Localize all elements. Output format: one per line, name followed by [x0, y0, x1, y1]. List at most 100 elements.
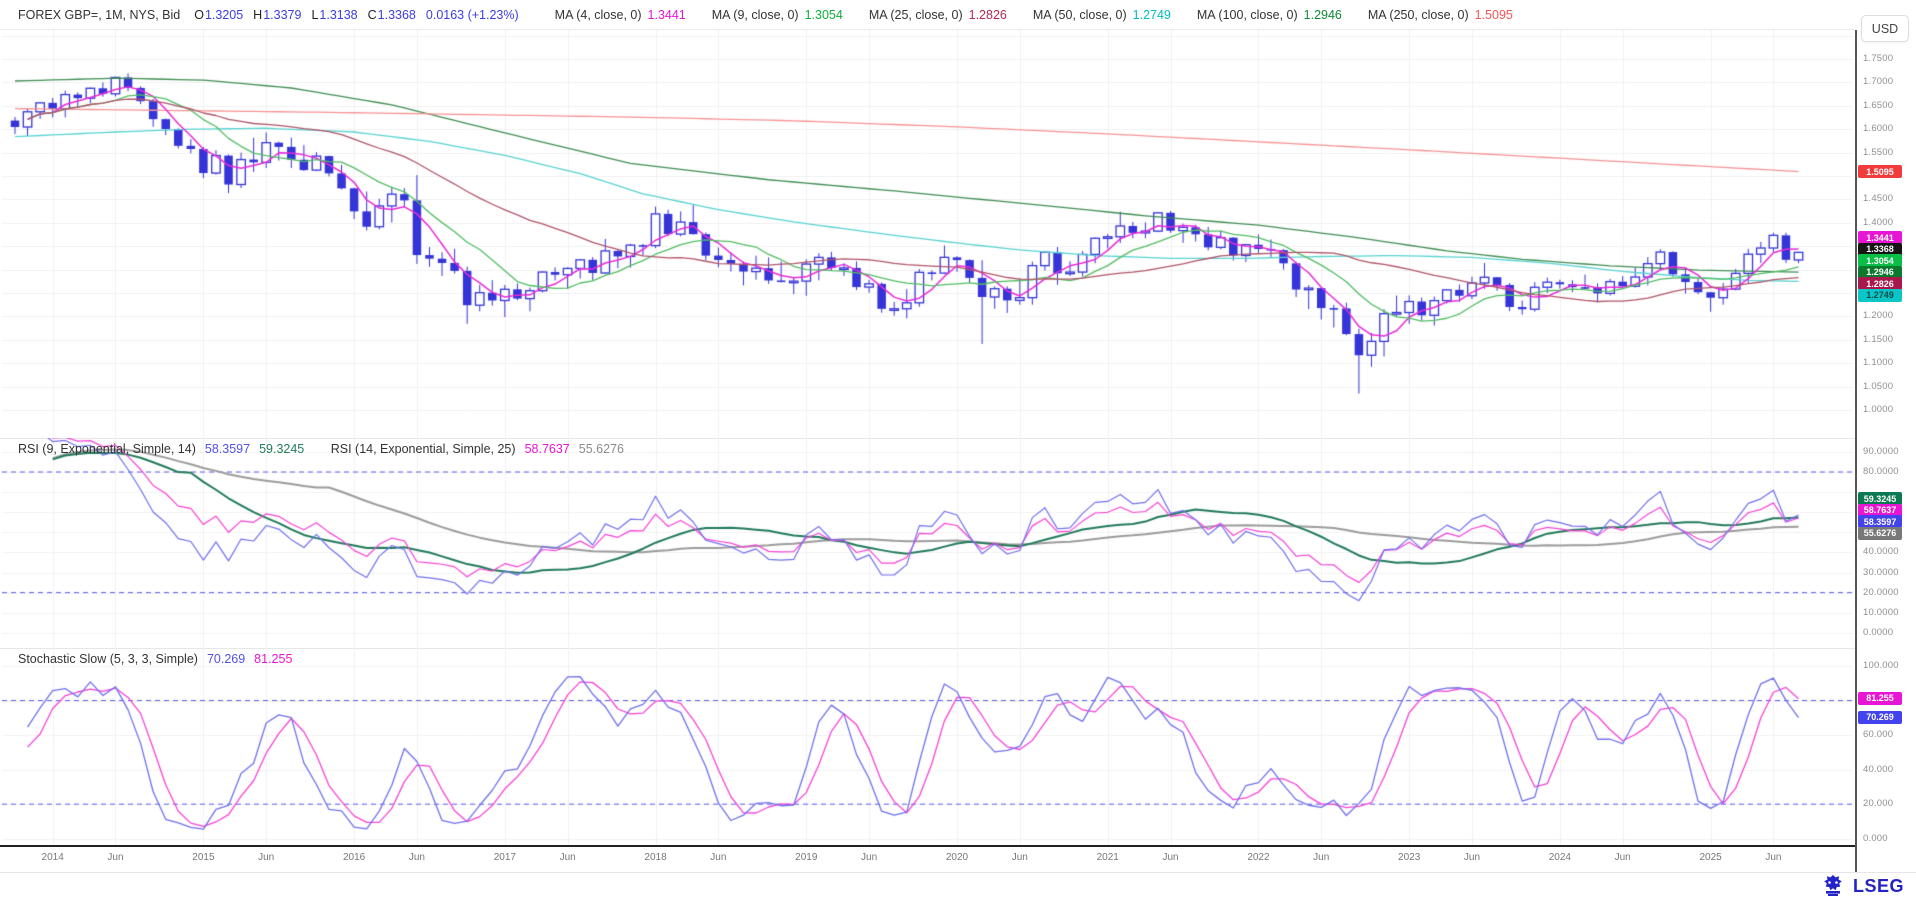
- x-axis-label: 2016: [343, 852, 365, 863]
- x-axis-label: 2024: [1549, 852, 1571, 863]
- axis-tick-label: 1.6500: [1863, 100, 1893, 111]
- rsi-14-signal-value: 55.6276: [579, 442, 624, 456]
- ma-legend-4: MA (4, close, 0) 1.3441: [555, 8, 686, 22]
- net-change: 0.0163 (+1.23%): [426, 8, 519, 22]
- ma-legend-50: MA (50, close, 0) 1.2749: [1033, 8, 1171, 22]
- x-axis-label: Jun: [258, 852, 274, 863]
- ohlc-close: C1.3368: [368, 8, 416, 22]
- axis-tick-label: 1.4500: [1863, 193, 1893, 204]
- axis-tick-label: 1.2000: [1863, 310, 1893, 321]
- x-axis-label: 2025: [1699, 852, 1721, 863]
- x-axis-label: 2014: [42, 852, 64, 863]
- rsi-14-value: 58.7637: [525, 442, 570, 456]
- ma-250-label: MA (250, close, 0): [1368, 8, 1469, 22]
- x-axis-label: 2018: [644, 852, 666, 863]
- x-axis-label: Jun: [107, 852, 123, 863]
- ma-4-label: MA (4, close, 0): [555, 8, 642, 22]
- x-axis-label: 2020: [946, 852, 968, 863]
- close-value: 1.3368: [378, 8, 416, 22]
- x-axis-label: 2023: [1398, 852, 1420, 863]
- open-value: 1.3205: [205, 8, 243, 22]
- axis-tick-label: 0.000: [1863, 833, 1888, 844]
- axis-price-badge: 1.2749: [1858, 289, 1902, 302]
- axis-tick-label: 60.000: [1863, 729, 1893, 740]
- axis-price-badge: 1.5095: [1858, 165, 1902, 178]
- ohlc-low: L1.3138: [311, 8, 357, 22]
- lseg-logo: LSEG: [1820, 874, 1904, 898]
- price-panel-canvas[interactable]: [0, 30, 1855, 438]
- high-label: H: [253, 8, 262, 22]
- open-label: O: [194, 8, 204, 22]
- axis-tick-label: 1.7500: [1863, 53, 1893, 64]
- ma-25-value: 1.2826: [969, 8, 1007, 22]
- ohlc-high: H1.3379: [253, 8, 301, 22]
- axis-tick-label: 1.1000: [1863, 357, 1893, 368]
- rsi-9-title: RSI (9, Exponential, Simple, 14): [18, 442, 196, 456]
- axis-tick-label: 0.0000: [1863, 627, 1893, 638]
- low-label: L: [311, 8, 318, 22]
- footer-divider: [0, 872, 1916, 873]
- x-axis-label: Jun: [710, 852, 726, 863]
- axis-tick-label: 1.6000: [1863, 123, 1893, 134]
- axis-tick-label: 1.1500: [1863, 334, 1893, 345]
- lseg-crest-icon: [1820, 874, 1846, 898]
- x-axis-label: Jun: [1464, 852, 1480, 863]
- lseg-logo-text: LSEG: [1853, 876, 1904, 897]
- rsi-panel-canvas[interactable]: [0, 438, 1855, 648]
- ma-4-value: 1.3441: [648, 8, 686, 22]
- stochastic-title: Stochastic Slow (5, 3, 3, Simple): [18, 652, 198, 666]
- axis-tick-label: 100.000: [1863, 660, 1899, 671]
- axis-tick-label: 20.000: [1863, 798, 1893, 809]
- ma-25-label: MA (25, close, 0): [869, 8, 963, 22]
- stochastic-d-value: 81.255: [254, 652, 292, 666]
- axis-tick-label: 1.4000: [1863, 217, 1893, 228]
- axis-tick-label: 1.5500: [1863, 147, 1893, 158]
- axis-tick-label: 40.0000: [1863, 546, 1899, 557]
- x-axis-label: 2022: [1247, 852, 1269, 863]
- axis-price-badge: 81.255: [1858, 692, 1902, 705]
- x-axis-label: Jun: [1313, 852, 1329, 863]
- x-axis-label: 2015: [192, 852, 214, 863]
- x-axis-label: 2019: [795, 852, 817, 863]
- axis-tick-label: 30.0000: [1863, 567, 1899, 578]
- x-axis-label: Jun: [409, 852, 425, 863]
- low-value: 1.3138: [319, 8, 357, 22]
- x-axis-label: Jun: [861, 852, 877, 863]
- axis-tick-label: 1.7000: [1863, 76, 1893, 87]
- x-axis-label: Jun: [1765, 852, 1781, 863]
- axis-tick-label: 1.0000: [1863, 404, 1893, 415]
- ma-legend-100: MA (100, close, 0) 1.2946: [1197, 8, 1342, 22]
- x-axis-label: Jun: [1615, 852, 1631, 863]
- axis-price-badge: 70.269: [1858, 711, 1902, 724]
- high-value: 1.3379: [263, 8, 301, 22]
- rsi-header: RSI (9, Exponential, Simple, 14) 58.3597 5…: [18, 442, 633, 456]
- x-axis-label: Jun: [1162, 852, 1178, 863]
- rsi-9-signal-value: 59.3245: [259, 442, 304, 456]
- x-axis-label: Jun: [1012, 852, 1028, 863]
- price-axis[interactable]: 1.7500 1.7000 1.6500 1.6000 1.5500 1.4500 1.40…: [1857, 0, 1916, 872]
- x-axis-label: Jun: [560, 852, 576, 863]
- chart-window: FOREX GBP=, 1M, NYS, Bid O1.3205 H1.3379…: [0, 0, 1916, 905]
- ma-9-label: MA (9, close, 0): [712, 8, 799, 22]
- instrument-title: FOREX GBP=, 1M, NYS, Bid: [18, 8, 180, 22]
- x-axis-label: 2017: [494, 852, 516, 863]
- axis-tick-label: 80.0000: [1863, 466, 1899, 477]
- x-axis[interactable]: 2014 Jun 2015 Jun 2016 Jun 2017 Jun 2018 Jun 2019 J…: [0, 848, 1855, 870]
- axis-price-badge: 55.6276: [1858, 527, 1902, 540]
- axis-tick-label: 90.0000: [1863, 446, 1899, 457]
- ma-50-label: MA (50, close, 0): [1033, 8, 1127, 22]
- stochastic-header: Stochastic Slow (5, 3, 3, Simple)70.2698…: [18, 652, 301, 666]
- axis-tick-label: 40.000: [1863, 764, 1893, 775]
- ma-100-value: 1.2946: [1304, 8, 1342, 22]
- rsi-14-title: RSI (14, Exponential, Simple, 25): [331, 442, 516, 456]
- axis-tick-label: 20.0000: [1863, 587, 1899, 598]
- axis-tick-label: 10.0000: [1863, 607, 1899, 618]
- stochastic-panel-canvas[interactable]: [0, 648, 1855, 845]
- ma-50-value: 1.2749: [1133, 8, 1171, 22]
- ma-100-label: MA (100, close, 0): [1197, 8, 1298, 22]
- axis-tick-label: 1.0500: [1863, 381, 1893, 392]
- ma-250-value: 1.5095: [1475, 8, 1513, 22]
- chart-header: FOREX GBP=, 1M, NYS, Bid O1.3205 H1.3379…: [0, 0, 1855, 30]
- ma-legend-250: MA (250, close, 0) 1.5095: [1368, 8, 1513, 22]
- rsi-9-value: 58.3597: [205, 442, 250, 456]
